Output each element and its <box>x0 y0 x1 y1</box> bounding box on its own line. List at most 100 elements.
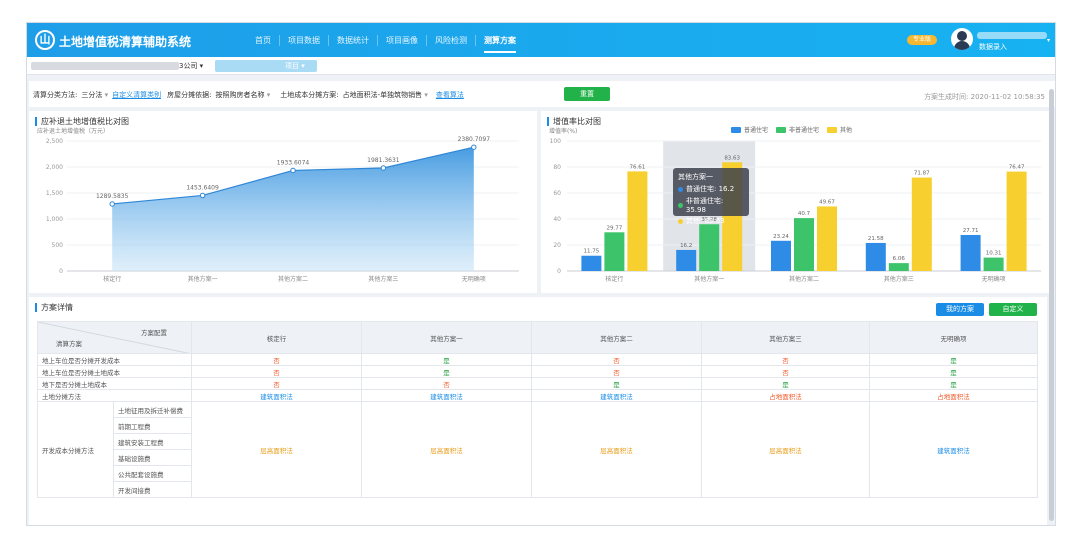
row-label: 地上车位是否分摊土地成本 <box>37 365 192 378</box>
bar-value-label: 27.71 <box>963 228 979 234</box>
bar[interactable] <box>581 255 602 271</box>
table-cell: 否 <box>531 365 702 378</box>
group-label: 开发成本分摊方法 <box>37 401 114 498</box>
custom-category-link[interactable]: 自定义清算类别 <box>112 90 161 100</box>
table-cell: 建筑面积法 <box>869 401 1038 498</box>
user-role[interactable]: 数据录入 <box>979 42 1007 52</box>
x-tick-label: 无明确项 <box>462 275 486 283</box>
bar[interactable] <box>911 177 932 271</box>
y-tick-label: 0 <box>557 268 561 275</box>
column-header: 无明确项 <box>869 321 1038 354</box>
data-point[interactable] <box>471 144 477 150</box>
view-algorithm-link[interactable]: 查看算法 <box>436 90 464 100</box>
row-label: 土地分摊方法 <box>37 389 192 402</box>
user-name-redacted <box>977 32 1047 39</box>
land-cost-select[interactable]: 占地面积法-单独筑物销售 <box>343 90 428 100</box>
bar[interactable] <box>983 257 1004 271</box>
chevron-down-icon[interactable]: ▾ <box>1047 37 1050 44</box>
bar-value-label: 83.63 <box>724 155 740 161</box>
reset-button[interactable]: 重置 <box>564 87 610 101</box>
app-window: 山 土地增值税清算辅助系统 首页 项目数据 数据统计 项目画像 风险检测 测算方… <box>26 22 1056 526</box>
scheme-details-panel: 方案详情 我的方案 自定义 方案配置 清算方案 核定行 其他方案一 其他方案二 <box>29 297 1047 525</box>
table-row: 地下是否分摊土地成本否否是是是 <box>37 377 1038 390</box>
growth-rate-panel: 增值率比对图 增值率(%) 普通住宅 非普通住宅 其他 0 20 40 60 80 100… <box>541 111 1053 293</box>
y-tick-label: 60 <box>553 190 561 197</box>
sub-row-label: 土地征用及拆迁补偿费 <box>113 401 192 418</box>
table-cell: 建筑面积法 <box>531 389 702 402</box>
y-tick-label: 20 <box>553 242 561 249</box>
bar[interactable] <box>1006 171 1027 271</box>
table-cell: 层高面积法 <box>361 401 532 498</box>
tooltip-row: 其他: 83.63 <box>686 217 725 225</box>
project-selector[interactable]: 项目 ▾ <box>285 61 305 71</box>
house-basis-select[interactable]: 按照购房者名称 <box>215 90 270 100</box>
data-point[interactable] <box>199 192 206 199</box>
custom-plan-button[interactable]: 自定义 <box>989 303 1037 316</box>
table-cell: 是 <box>531 377 702 390</box>
table-cell: 层高面积法 <box>191 401 362 498</box>
table-cell: 占地面积法 <box>869 389 1038 402</box>
column-header: 核定行 <box>191 321 362 354</box>
bar[interactable] <box>771 240 791 271</box>
sub-row-label: 建筑安装工程费 <box>113 433 192 450</box>
data-point[interactable] <box>109 201 115 207</box>
bar[interactable] <box>604 232 625 271</box>
company-name-redacted <box>31 62 179 70</box>
tooltip-title: 其他方案一 <box>678 173 713 181</box>
y-tick-label: 100 <box>550 138 562 145</box>
table-cell: 是 <box>869 377 1038 390</box>
tooltip-row: 普通住宅: 16.2 <box>686 185 735 193</box>
bar-value-label: 49.67 <box>819 199 835 205</box>
bar[interactable] <box>794 218 814 271</box>
top-bar: 山 土地增值税清算辅助系统 首页 项目数据 数据统计 项目画像 风险检测 测算方… <box>27 23 1055 57</box>
data-label: 1289.5835 <box>96 193 129 200</box>
sub-row-label: 前期工程费 <box>113 417 192 434</box>
bar[interactable] <box>627 171 648 271</box>
y-tick-label: 80 <box>553 164 561 171</box>
sub-row-label: 公共配套设施费 <box>113 465 192 482</box>
table-cell: 是 <box>361 365 532 378</box>
nav-project-data[interactable]: 项目数据 <box>280 35 329 46</box>
bar-chart: 0 20 40 60 80 100 11.75 16.2 23.24 21.58 27.71 29.7… <box>550 138 1041 283</box>
y-tick-label: 0 <box>59 268 63 275</box>
company-selector[interactable]: 3公司 ▾ <box>179 61 203 71</box>
vertical-scrollbar[interactable] <box>1049 89 1054 521</box>
clearing-method-select[interactable]: 三分法 <box>81 90 108 100</box>
nav-calc-plan[interactable]: 测算方案 <box>476 35 524 53</box>
bar-value-label: 23.24 <box>773 234 789 240</box>
corner-top-label: 方案配置 <box>141 329 167 337</box>
nav-risk-check[interactable]: 风险检测 <box>427 35 476 46</box>
data-point[interactable] <box>290 167 296 174</box>
row-label: 地下是否分摊土地成本 <box>37 377 192 390</box>
bar[interactable] <box>676 249 697 271</box>
avatar[interactable] <box>951 28 973 50</box>
my-plan-button[interactable]: 我的方案 <box>936 303 984 316</box>
table-row: 地上车位是否分摊土地成本否是否否是 <box>37 365 1038 378</box>
y-tick-label: 500 <box>52 242 64 249</box>
y-tick-label: 2,500 <box>46 138 63 145</box>
table-cell: 占地面积法 <box>701 389 870 402</box>
logo-icon: 山 <box>35 30 55 50</box>
nav-data-stats[interactable]: 数据统计 <box>329 35 378 46</box>
bar[interactable] <box>817 206 837 271</box>
bar[interactable] <box>865 242 886 271</box>
version-badge: 专业版 <box>907 35 937 45</box>
bar[interactable] <box>960 234 981 271</box>
bar-value-label: 76.47 <box>1009 165 1025 171</box>
column-header: 其他方案一 <box>361 321 532 354</box>
data-point[interactable] <box>380 165 387 171</box>
main-nav: 首页 项目数据 数据统计 项目画像 风险检测 测算方案 <box>247 35 524 53</box>
bar[interactable] <box>888 263 909 271</box>
nav-project-profile[interactable]: 项目画像 <box>378 35 427 46</box>
filter-bar: 清算分类方法: 三分法 自定义清算类别 房屋分摊依据: 按照购房者名称 土地成本… <box>29 81 1055 107</box>
nav-home[interactable]: 首页 <box>247 35 280 46</box>
bar-value-label: 71.87 <box>914 171 930 177</box>
bar-value-label: 6.06 <box>893 256 906 262</box>
table-cell: 否 <box>191 353 362 366</box>
data-label: 1453.6409 <box>186 184 219 191</box>
bar-value-label: 40.7 <box>798 211 811 217</box>
sub-row-label: 基础设施费 <box>113 449 192 466</box>
bar[interactable] <box>699 224 720 271</box>
x-tick-label: 无明确项 <box>982 275 1006 283</box>
area-chart: 0 500 1,000 1,500 2,000 2,500 1289.5835 1453.64… <box>46 136 519 283</box>
